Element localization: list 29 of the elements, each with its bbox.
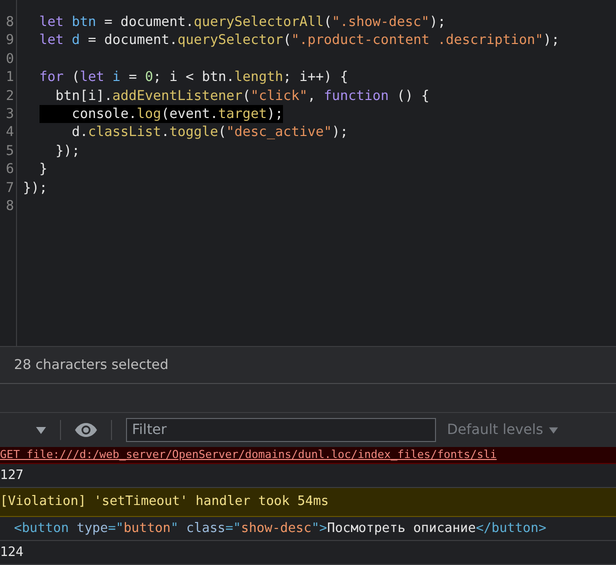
element-log: <button type="button" class="show-desc">Посмотреть описание</button> [0,517,616,541]
code-line: }); [23,178,48,197]
line-number: 9 [4,31,15,50]
line-number: 5 [4,142,15,160]
filter-field[interactable]: Filter [126,418,436,442]
line-number: 6 [4,160,15,179]
code-line: for (let i = 0; i < btn.length; i++) { [38,68,348,87]
code-line: let d = document.querySelector(".product-content .description"); [38,31,560,50]
levels-dropdown[interactable]: Default levels [447,422,544,438]
dropdown-caret-icon[interactable] [36,426,46,434]
code-line: d.classList.toggle("desc_active"); [70,123,348,142]
line-number: 8 [4,196,15,216]
line-number: 2 [4,86,15,105]
line-number: 8 [4,13,15,32]
code-line: let btn = document.querySelectorAll(".show-desc"); [38,13,446,32]
caret-icon[interactable] [549,426,558,434]
code-line: } [38,160,48,179]
warning-message: [Violation] 'setTimeout' handler took 54ms [0,488,616,517]
log-value: 124 [0,541,616,565]
line-number: 0 [4,50,15,68]
line-number: 3 [4,104,15,124]
line-number: 1 [4,68,15,87]
code-line: }); [54,142,80,160]
status-text: 28 characters selected [0,346,616,384]
eye-icon[interactable] [75,423,97,437]
code-line: btn[i].addEventListener("click", function () { [54,86,430,105]
error-message: GET file:///d:/web_server/OpenServer/domains/dunl.loc/index_files/fonts/sli [0,447,616,464]
line-number: 4 [4,123,15,142]
line-number: 7 [4,178,15,197]
